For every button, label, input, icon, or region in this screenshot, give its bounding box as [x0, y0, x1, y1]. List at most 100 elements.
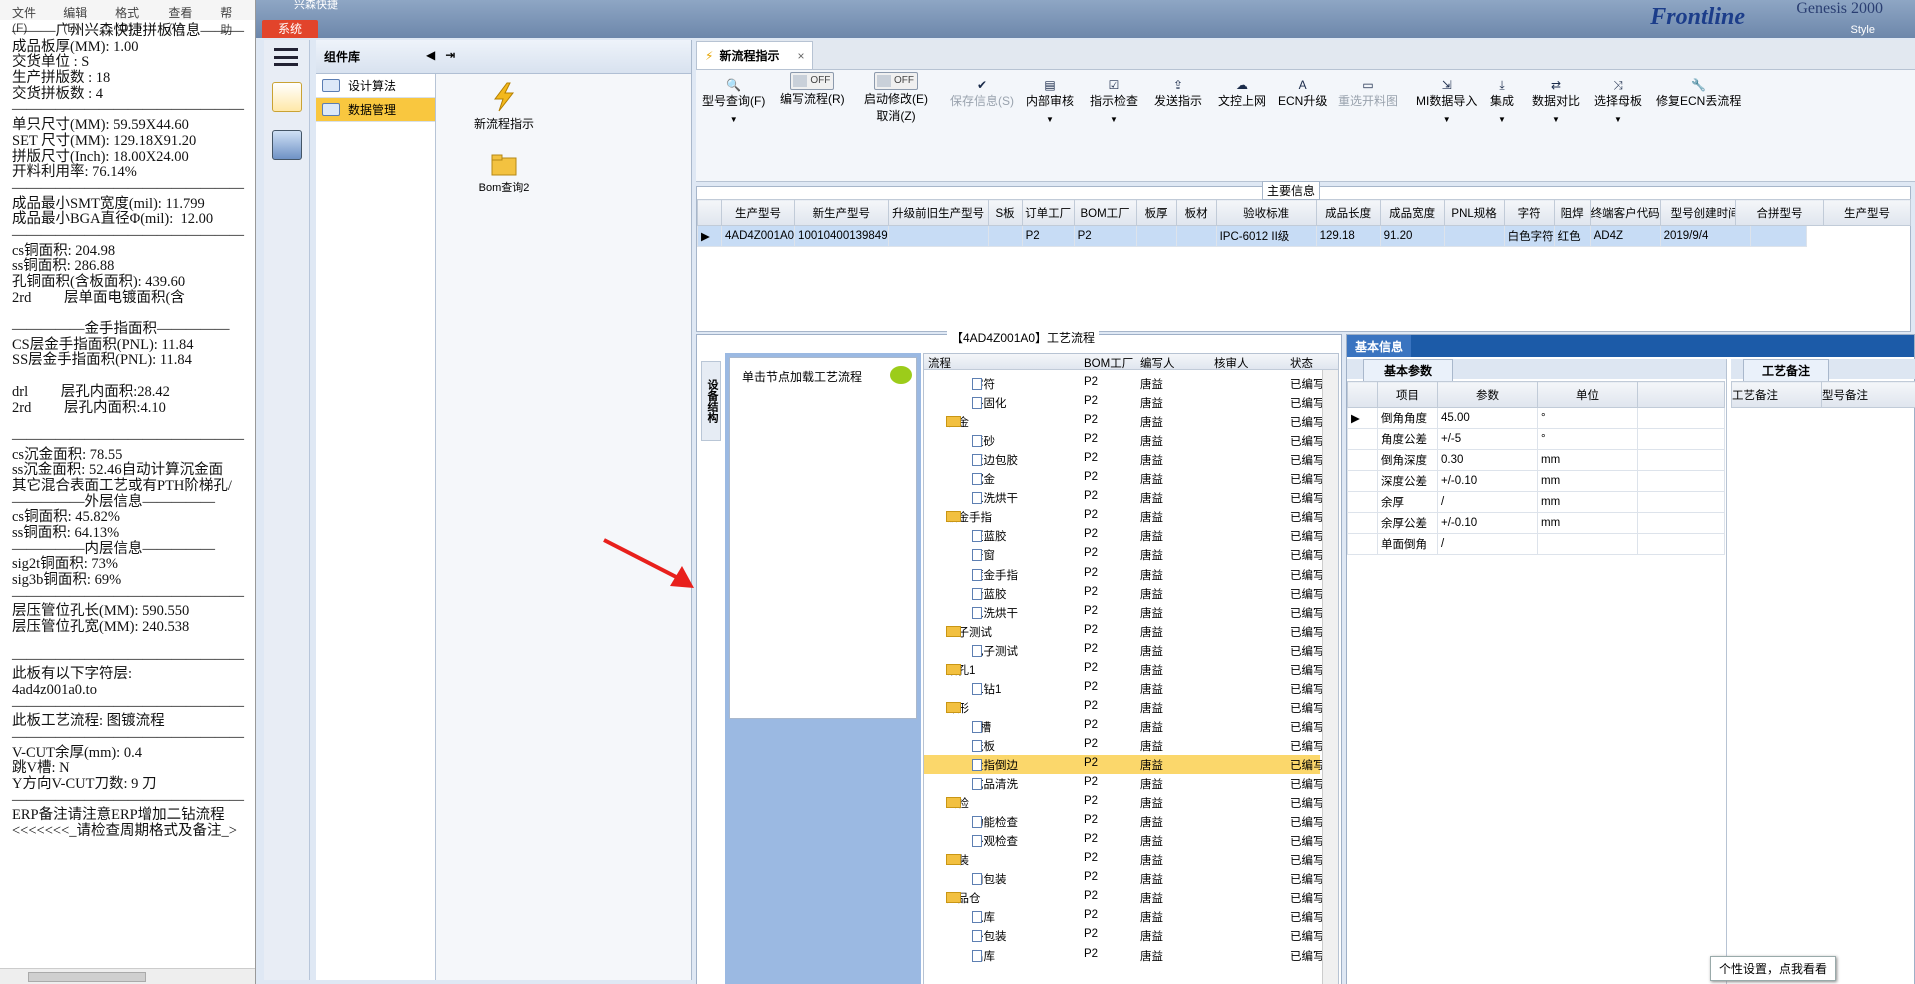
lib-item-design[interactable]: 设计算法 — [316, 74, 435, 98]
column-header[interactable]: 字符 — [1503, 199, 1555, 226]
model-query-button[interactable]: 🔍 型号查询(F) ▼ — [702, 78, 765, 124]
tree-row[interactable]: 出库 P2 唐益 已编写 — [924, 946, 1325, 965]
table-cell[interactable]: 倒角角度 — [1377, 407, 1438, 429]
system-button[interactable]: 系统 — [262, 20, 318, 38]
table-cell[interactable]: / — [1437, 491, 1538, 513]
close-icon[interactable]: × — [797, 49, 804, 63]
column-header[interactable]: 终端客户代码 — [1589, 199, 1661, 226]
tree-row[interactable]: 电子测试 P2 唐益 已编写 — [924, 641, 1325, 660]
column-header[interactable]: 参数 — [1437, 381, 1538, 408]
table-cell[interactable]: 白色字符 — [1503, 225, 1555, 247]
tree-row[interactable]: 铣板 P2 唐益 已编写 — [924, 736, 1325, 755]
fix-ecn-button[interactable]: 🔧 修复ECN丢流程 — [1656, 78, 1741, 109]
table-cell[interactable] — [887, 225, 989, 247]
column-header[interactable]: 板材 — [1175, 199, 1217, 226]
table-cell[interactable]: 0.30 — [1437, 449, 1538, 471]
mi-import-button[interactable]: ⇲ MI数据导入 ▼ — [1416, 78, 1477, 124]
notepad-hscrollbar[interactable] — [0, 968, 255, 984]
table-cell[interactable]: / — [1437, 533, 1538, 555]
column-header[interactable]: S板 — [987, 199, 1023, 226]
table-cell[interactable]: 深度公差 — [1377, 470, 1438, 492]
tree-row[interactable]: V槽P2唐益已编写 — [924, 717, 1325, 736]
menu-icon[interactable] — [274, 48, 298, 66]
tree-row[interactable]: 喷砂 P2 唐益 已编写 — [924, 431, 1325, 450]
table-cell[interactable] — [1749, 225, 1807, 247]
tree-row[interactable]: −钻孔1P2唐益已编写 — [924, 660, 1325, 679]
table-cell[interactable]: mm — [1537, 470, 1638, 492]
table-cell[interactable] — [1135, 225, 1177, 247]
menu-view[interactable]: 查看(V) — [168, 4, 206, 35]
table-cell[interactable]: +/-0.10 — [1437, 470, 1538, 492]
table-cell[interactable] — [1443, 225, 1505, 247]
column-header[interactable]: 成品长度 — [1315, 199, 1381, 226]
yx-app-icon[interactable] — [272, 82, 302, 112]
params-tab[interactable]: 基本参数 — [1363, 359, 1454, 381]
tree-row[interactable]: −终检P2唐益已编写 — [924, 793, 1325, 812]
calculator-icon[interactable] — [272, 130, 302, 160]
column-header[interactable]: 验收标准 — [1215, 199, 1317, 226]
tree-row[interactable]: 二钻1 P2 唐益 已编写 — [924, 679, 1325, 698]
column-header[interactable]: 成品宽度 — [1379, 199, 1445, 226]
tree-row[interactable]: 成品清洗 P2 唐益 已编写 — [924, 774, 1325, 793]
tree-row[interactable]: 压蓝胶 P2 唐益 已编写 — [924, 526, 1325, 545]
table-row[interactable]: ▶ 倒角角度 45.00 ° — [1347, 407, 1725, 429]
tree-row[interactable]: 沉金 P2 唐益 已编写 — [924, 469, 1325, 488]
column-header[interactable]: PNL规格 — [1443, 199, 1505, 226]
table-row[interactable]: 单面倒角 / — [1347, 533, 1725, 555]
table-cell[interactable]: 倒角深度 — [1377, 449, 1438, 471]
table-cell[interactable]: 红色 — [1553, 225, 1591, 247]
table-cell[interactable]: mm — [1537, 491, 1638, 513]
style-menu[interactable]: Style — [1851, 24, 1875, 36]
remark-tab[interactable]: 工艺备注 — [1743, 359, 1830, 381]
tree-row[interactable]: 外包装 P2 唐益 已编写 — [924, 926, 1325, 945]
column-header[interactable]: 阻焊 — [1553, 199, 1591, 226]
tree-row[interactable]: 内包装 P2 唐益 已编写 — [924, 869, 1325, 888]
menu-edit[interactable]: 编辑(E) — [63, 4, 101, 35]
table-cell[interactable] — [987, 225, 1023, 247]
tool-new-flow[interactable]: 新流程指示 — [444, 82, 564, 132]
column-header[interactable]: 生产型号 — [720, 199, 796, 226]
column-header[interactable]: 单位 — [1537, 381, 1638, 408]
remark-table[interactable]: 工艺备注 型号备注 — [1731, 381, 1915, 408]
menu-file[interactable]: 文件(F) — [12, 4, 49, 35]
tree-row[interactable]: 入库 P2 唐益 已编写 — [924, 907, 1325, 926]
column-header[interactable]: BOM工厂 — [1073, 199, 1137, 226]
table-cell[interactable]: 单面倒角 — [1377, 533, 1438, 555]
column-header[interactable]: 生产型号 — [1823, 199, 1911, 226]
basic-info-tab[interactable]: 基本信息 — [1347, 335, 1412, 357]
write-flow-toggle[interactable]: OFF 编写流程(R) — [780, 72, 845, 107]
table-cell[interactable]: 2019/9/4 — [1659, 225, 1751, 247]
tree-row[interactable]: 字符 P2 唐益 已编写 — [924, 374, 1325, 393]
table-cell[interactable]: +/-0.10 — [1437, 512, 1538, 534]
table-cell[interactable]: 余厚 — [1377, 491, 1438, 513]
lib-item-data[interactable]: 数据管理 — [316, 98, 435, 122]
column-header[interactable]: 合拼型号 — [1735, 199, 1824, 226]
panel-nav-arrows-icon[interactable]: ◀ ⇥ — [426, 48, 455, 62]
send-instr-button[interactable]: ⇪ 发送指示 — [1154, 78, 1202, 109]
column-header[interactable]: 新生产型号 — [794, 199, 889, 226]
device-structure-tab[interactable]: 设备结构 — [701, 361, 721, 441]
table-cell[interactable]: mm — [1537, 449, 1638, 471]
table-cell[interactable]: ° — [1537, 407, 1638, 429]
table-cell[interactable]: IPC-6012 II级 — [1215, 225, 1317, 247]
table-cell[interactable] — [1175, 225, 1217, 247]
tool-bom-query[interactable]: Bom查询2 — [444, 154, 564, 195]
integrate-button[interactable]: ⤓ 集成 ▼ — [1490, 78, 1514, 124]
tree-row[interactable]: −包装P2唐益已编写 — [924, 850, 1325, 869]
tree-row[interactable]: 开窗 P2 唐益 已编写 — [924, 545, 1325, 564]
chat-bubble-icon[interactable] — [890, 366, 912, 384]
instr-check-button[interactable]: ☑ 指示检查 ▼ — [1090, 78, 1138, 124]
tree-row[interactable]: −电子测试P2唐益已编写 — [924, 622, 1325, 641]
flow-load-box[interactable]: 单击节点加载工艺流程 — [729, 357, 917, 719]
data-compare-button[interactable]: ⇄ 数据对比 ▼ — [1532, 78, 1580, 124]
tree-row[interactable]: −成品仓P2唐益已编写 — [924, 888, 1325, 907]
table-cell[interactable]: P2 — [1021, 225, 1075, 247]
tree-row[interactable]: 水洗烘干 P2 唐益 已编写 — [924, 488, 1325, 507]
table-row[interactable]: 倒角深度 0.30 mm — [1347, 449, 1725, 471]
tree-row[interactable]: 功能检查 P2 唐益 已编写 — [924, 812, 1325, 831]
tree-vscrollbar[interactable] — [1322, 370, 1338, 984]
main-info-table[interactable]: 生产型号 新生产型号 升级前旧生产型号 S板 订单工厂 BOM工厂 板厚 板材 验收标准 成品长度… — [697, 199, 1807, 247]
tree-row[interactable]: −镀金手指P2唐益已编写 — [924, 507, 1325, 526]
table-cell[interactable]: 129.18 — [1315, 225, 1381, 247]
ecn-upgrade-button[interactable]: A ECN升级 — [1278, 78, 1327, 109]
